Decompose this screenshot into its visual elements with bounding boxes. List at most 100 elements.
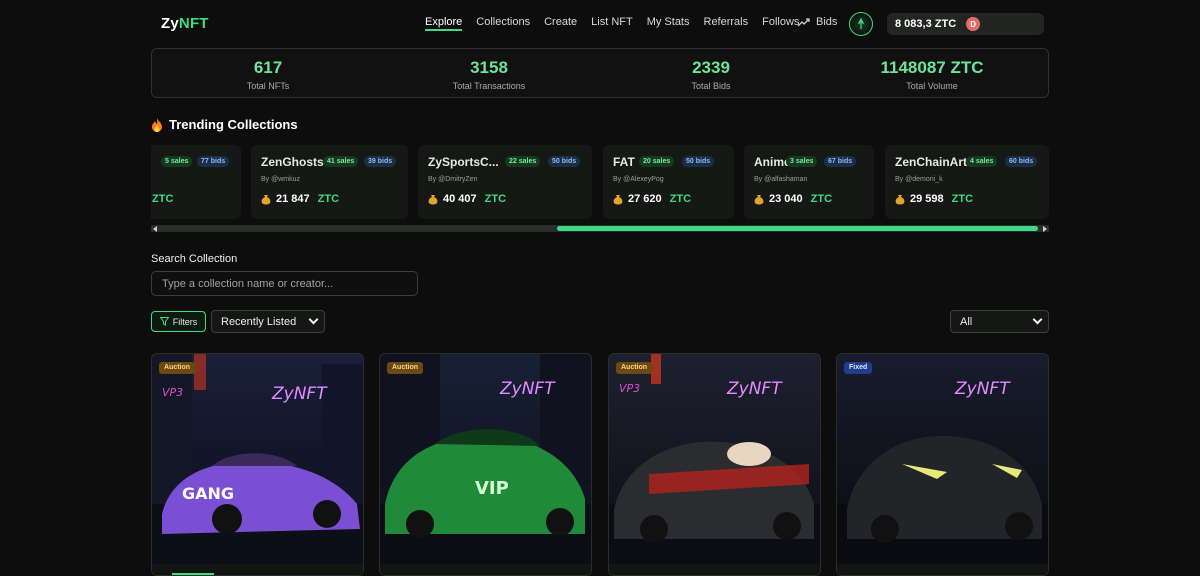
collection-volume: 40 407 ZTC [428,193,506,205]
collection-card-partial[interactable]: 5 sales 77 bids ZTC [151,145,241,219]
collection-card[interactable]: ZySportsC... 22 sales 50 bids By @Dmitry… [418,145,592,219]
side-sign-text: VP3 [162,386,183,399]
sales-badge: 41 sales [323,156,359,167]
carousel-scrollbar[interactable] [151,225,1049,232]
sale-type-badge: Fixed [844,362,873,374]
nft-card[interactable]: ZyNFT Fixed [836,353,1049,576]
money-bag-icon [613,194,623,204]
bids-badge: 67 bids [824,156,857,167]
top-nav: ZyNFT Explore Collections Create List NF… [0,0,1200,48]
scroll-left-icon[interactable] [153,226,157,232]
money-bag-icon [754,194,764,204]
bids-badge: 77 bids [197,156,230,167]
nav-bids[interactable]: Bids [798,16,837,28]
volume-value: 29 598 [910,193,944,205]
scroll-right-icon[interactable] [1043,226,1047,232]
volume-currency: ZTC [317,193,340,205]
wallet-amount: 8 083,3 ZTC [895,18,957,30]
collection-creator[interactable]: By @demoni_k [895,176,943,183]
money-bag-icon [895,194,905,204]
sales-badge: 3 sales [786,156,818,167]
trending-up-icon [798,17,810,26]
nav-referrals[interactable]: Referrals [704,16,749,31]
collection-name: FAT [613,155,635,169]
logo-part-2: NFT [178,15,209,32]
stat-label: Total Volume [906,81,958,91]
volume-value: 21 847 [276,193,310,205]
car-decal: GANG [182,484,234,503]
collection-volume: 21 847 ZTC [261,193,339,205]
volume-value: 23 040 [769,193,803,205]
neon-sign-text: ZyNFT [499,379,556,399]
volume-value: 40 407 [443,193,477,205]
sale-type-badge: Auction [387,362,424,374]
nft-card[interactable]: VP3 ZyNFT GANG Auction [151,353,364,576]
profile-avatar[interactable] [849,12,873,36]
filters-label: Filters [172,316,198,327]
sale-type-badge: Auction [616,362,653,374]
nav-list-nft[interactable]: List NFT [591,16,633,31]
sort-select[interactable]: Recently Listed [211,310,325,333]
volume-currency: ZTC [152,193,174,205]
stat-value: 1148087 ZTC [880,58,984,77]
card-footer [609,564,820,575]
collection-card[interactable]: Anime 3 sales 67 bids By @alfashaman 23 … [744,145,874,219]
filters-button[interactable]: Filters [151,311,206,332]
wallet-balance[interactable]: 8 083,3 ZTC D [887,13,1044,35]
neon-sign-text: ZyNFT [726,379,783,399]
stats-panel: 617 Total NFTs 3158 Total Transactions 2… [151,48,1049,98]
stat-value: 3158 [470,58,508,77]
nav-collections[interactable]: Collections [476,16,530,31]
stat-value: 617 [253,58,283,77]
scrollbar-thumb[interactable] [557,226,1038,231]
volume-currency: ZTC [669,193,692,205]
neon-sign-text: ZyNFT [954,379,1011,399]
flame-icon [152,117,162,132]
collection-creator[interactable]: By @alfashaman [754,176,807,183]
collection-name: ZenChainArt [895,155,967,169]
search-input[interactable] [151,271,418,296]
car-decal: VIP [475,478,509,499]
type-select[interactable]: All [950,310,1049,333]
nav-follows[interactable]: Follows [762,16,799,31]
nft-card[interactable]: ZyNFT VIP Auction [379,353,592,576]
collection-card[interactable]: FAT 20 sales 50 bids By @AlexeyPog 27 62… [603,145,734,219]
trending-carousel[interactable]: 5 sales 77 bids ZTC ZenGhosts 41 sales 3… [151,145,1049,221]
collection-name: ZenGhosts [261,155,324,169]
volume-currency: ZTC [810,193,833,205]
bids-badge: 60 bids [1005,156,1038,167]
collection-card[interactable]: ZenGhosts 41 sales 39 bids By @wmkuz 21 … [251,145,408,219]
side-sign-text: VP3 [619,382,640,395]
nft-card[interactable]: VP3 ZyNFT Auction [608,353,821,576]
nft-image: ZyNFT [837,354,1048,575]
card-footer [380,564,591,575]
collection-volume: 27 620 ZTC [613,193,691,205]
collection-creator[interactable]: By @DmitryZen [428,176,478,183]
sort-value: Recently Listed [221,315,297,328]
nav-links: Explore Collections Create List NFT My S… [425,16,799,31]
sales-badge: 22 sales [505,156,541,167]
sales-badge: 5 sales [161,156,193,167]
nft-image: VP3 ZyNFT [609,354,820,575]
bids-badge: 50 bids [682,156,715,167]
chevron-down-icon [308,314,319,325]
sales-badge: 20 sales [639,156,675,167]
stat-label: Total NFTs [246,81,290,91]
collection-card[interactable]: ZenChainArt 4 sales 60 bids By @demoni_k… [885,145,1049,219]
bids-badge: 50 bids [548,156,581,167]
stat-total-transactions: 3158 Total Transactions [409,58,569,91]
collection-volume: 23 040 ZTC [754,193,832,205]
nav-explore[interactable]: Explore [425,16,463,31]
collection-creator[interactable]: By @AlexeyPog [613,176,664,183]
chevron-down-icon [1032,314,1043,325]
card-footer [152,564,363,575]
money-bag-icon [261,194,271,204]
trending-title: Trending Collections [151,117,298,132]
user-avatar-badge: D [966,17,981,31]
nav-my-stats[interactable]: My Stats [647,16,690,31]
collection-creator[interactable]: By @wmkuz [261,176,300,183]
logo[interactable]: ZyNFT [161,15,209,32]
nav-create[interactable]: Create [544,16,577,31]
trending-title-text: Trending Collections [169,117,298,132]
card-footer [837,564,1048,575]
